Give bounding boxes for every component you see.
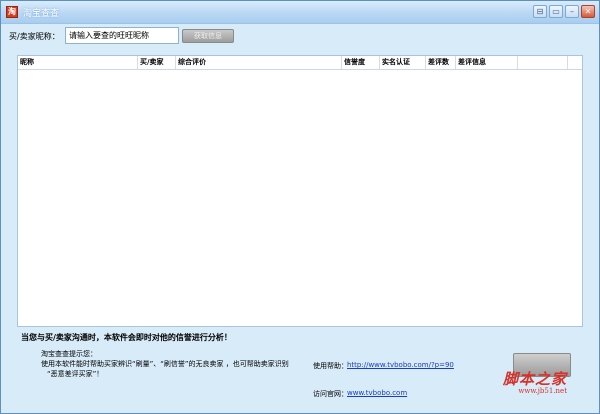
- site-link[interactable]: www.tvbobo.com: [347, 389, 407, 397]
- column-negative-info[interactable]: 差评信息: [456, 56, 518, 69]
- column-nickname[interactable]: 昵称: [18, 56, 138, 69]
- tips-line: 淘宝查查提示您：: [41, 350, 97, 358]
- tips-line: “恶意差评买家”！: [47, 370, 104, 378]
- close-icon[interactable]: ✕: [581, 5, 595, 18]
- table-header: 昵称 买/卖家 综合评价 信誉度 实名认证 差评数 差评信息: [18, 56, 582, 70]
- tips-line: 使用本软件能时帮助买家辨识“刷量”、“刷信誉”的无良卖家 ，也可帮助卖家识别: [41, 360, 289, 368]
- analysis-prompt: 当您与买/卖家沟通时，本软件会即时对他的信誉进行分析！: [21, 333, 232, 342]
- help-label: 使用帮助：: [313, 362, 348, 370]
- app-window: 淘 淘宝查查 ⊟ ▭ – ✕ 买/卖家昵称： 获取信息 昵称 买/卖家 综合评价…: [0, 0, 600, 414]
- help-link[interactable]: http://www.tvbobo.com/?p=90: [347, 361, 454, 369]
- minimize-icon[interactable]: –: [565, 5, 579, 18]
- window-title: 淘宝查查: [23, 9, 60, 19]
- watermark-logo: 脚本之家 www.jb51.net: [503, 368, 567, 395]
- title-bar[interactable]: 淘 淘宝查查 ⊟ ▭ – ✕: [1, 1, 599, 24]
- column-buyer-seller[interactable]: 买/卖家: [138, 56, 176, 69]
- column-overall-rating[interactable]: 综合评价: [176, 56, 342, 69]
- nickname-input[interactable]: [65, 27, 179, 44]
- restore-icon[interactable]: ▭: [549, 5, 563, 18]
- nickname-label: 买/卖家昵称：: [9, 32, 60, 41]
- window-controls: ⊟ ▭ – ✕: [533, 5, 595, 18]
- app-logo-icon: 淘: [6, 6, 18, 18]
- fetch-info-button[interactable]: 获取信息: [182, 29, 234, 43]
- watermark-text: 脚本之家: [503, 370, 568, 388]
- column-negative-count[interactable]: 差评数: [426, 56, 456, 69]
- column-verified[interactable]: 实名认证: [380, 56, 426, 69]
- scrollbar-header: [567, 56, 582, 69]
- tips-block: 淘宝查查提示您： 使用本软件能时帮助买家辨识“刷量”、“刷信誉”的无良卖家 ，也…: [41, 349, 289, 379]
- skin-icon[interactable]: ⊟: [533, 5, 547, 18]
- site-label: 访问官网：: [313, 390, 348, 398]
- column-credit[interactable]: 信誉度: [342, 56, 380, 69]
- result-table[interactable]: 昵称 买/卖家 综合评价 信誉度 实名认证 差评数 差评信息: [17, 55, 583, 327]
